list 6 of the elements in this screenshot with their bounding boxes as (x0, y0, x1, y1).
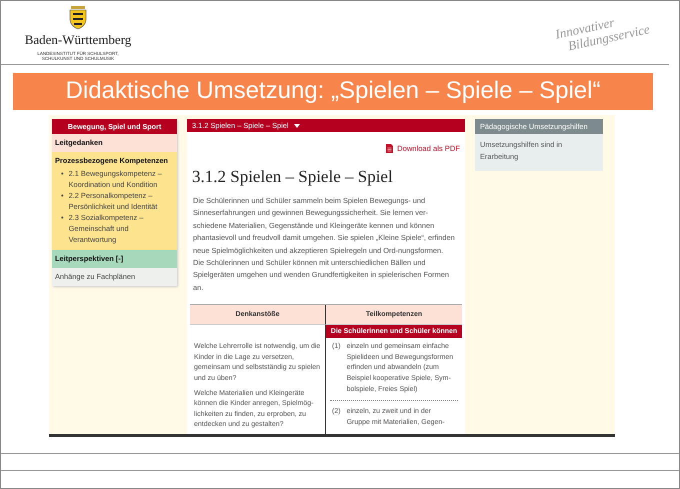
page-heading: 3.1.2 Spielen – Spiele – Spiel (192, 167, 394, 187)
caret-icon (294, 124, 300, 128)
brand-name: Baden-Württemberg (24, 32, 132, 48)
coat-of-arms-icon (68, 4, 88, 30)
document-icon (386, 144, 394, 153)
slide-title: Didaktische Umsetzung: „Spielen – Spiele – Spiel“ (13, 73, 653, 110)
